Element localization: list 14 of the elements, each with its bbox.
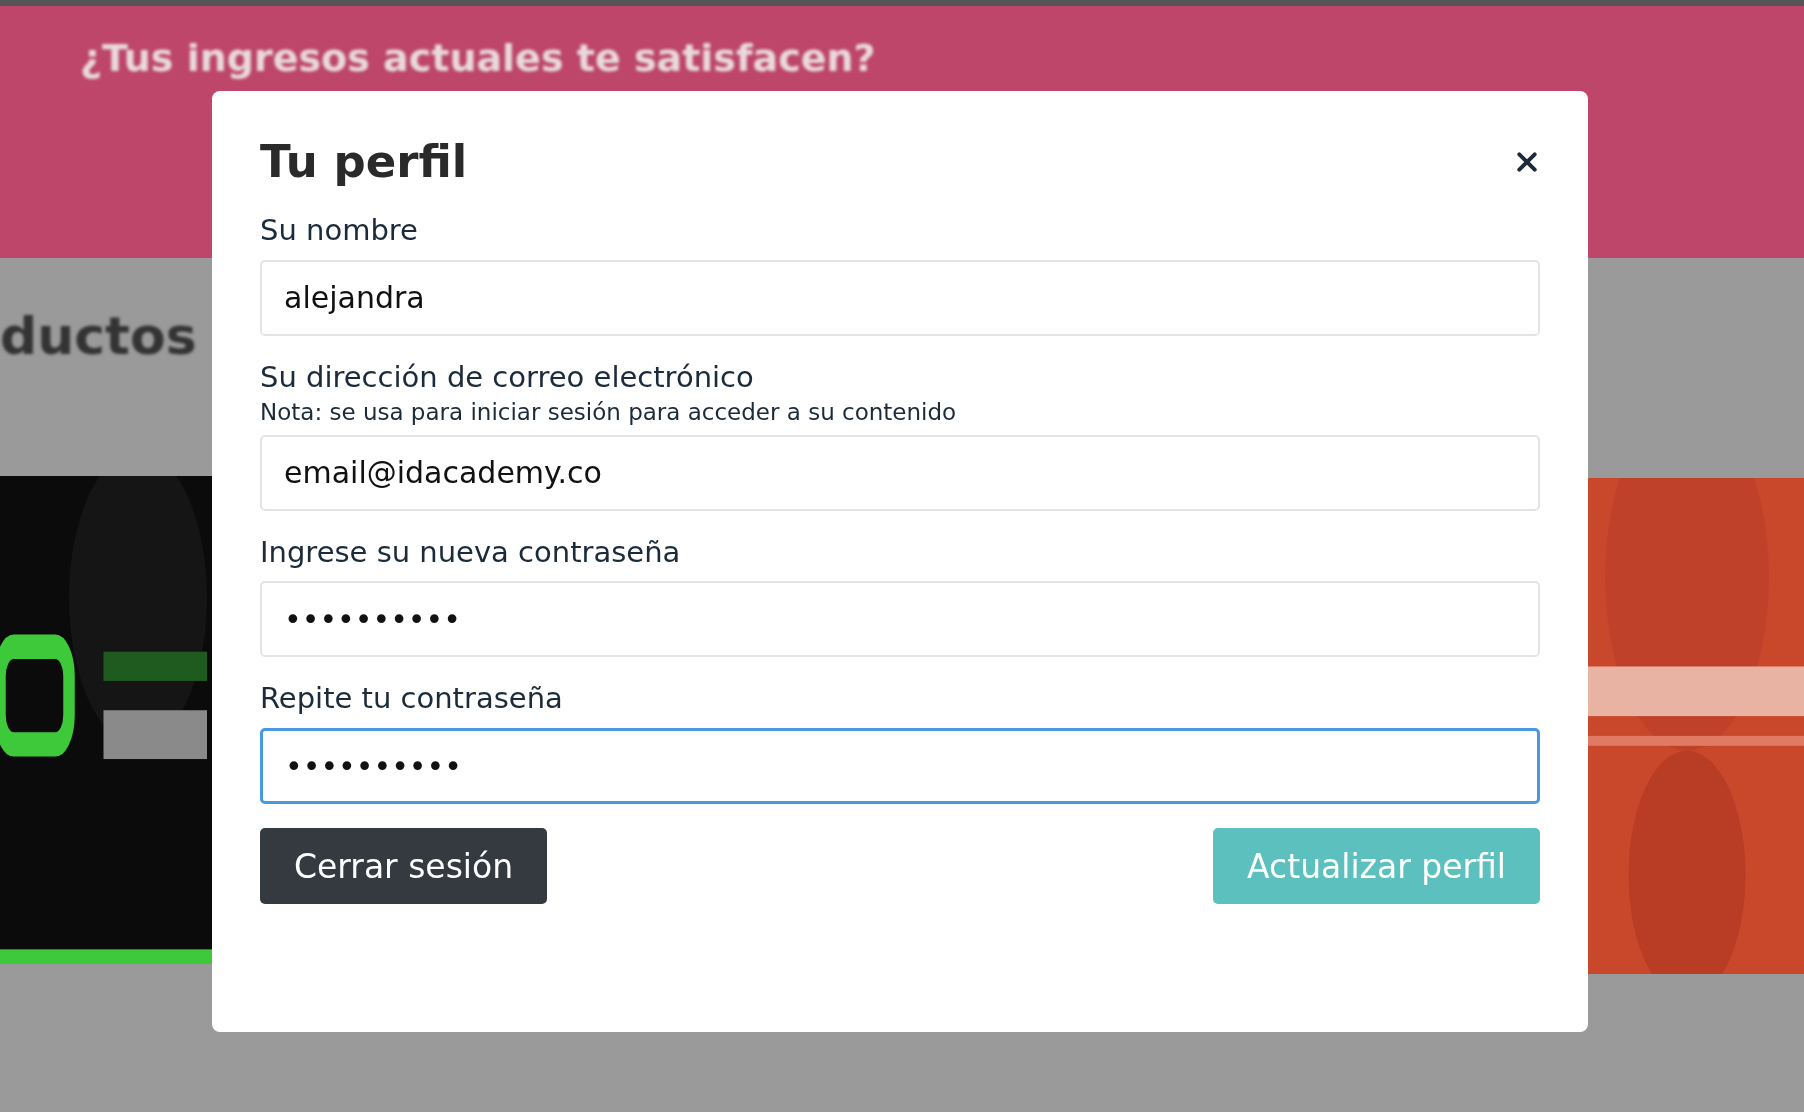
logout-button[interactable]: Cerrar sesión: [260, 828, 548, 905]
field-label: Ingrese su nueva contraseña: [260, 534, 682, 570]
close-icon[interactable]: [1516, 151, 1538, 173]
field-label: Su dirección de correo electrónico: [260, 359, 755, 395]
field-label: Su nombre: [260, 213, 419, 248]
dialog-title: Tu perfil: [260, 135, 468, 189]
section-heading: ductos: [0, 306, 197, 366]
input-field[interactable]: alejandra: [260, 259, 1540, 336]
input-field[interactable]: email@idacademy.co: [260, 434, 1540, 511]
field-note: Nota: se usa para iniciar sesión para acceder a su contenido: [260, 398, 958, 425]
input-field[interactable]: ••••••••••: [260, 728, 1540, 805]
input-field[interactable]: ••••••••••: [260, 581, 1540, 658]
banner-headline: ¿Tus ingresos actuales te satisfacen?: [80, 36, 876, 80]
field-label: Repite tu contraseña: [260, 681, 564, 717]
